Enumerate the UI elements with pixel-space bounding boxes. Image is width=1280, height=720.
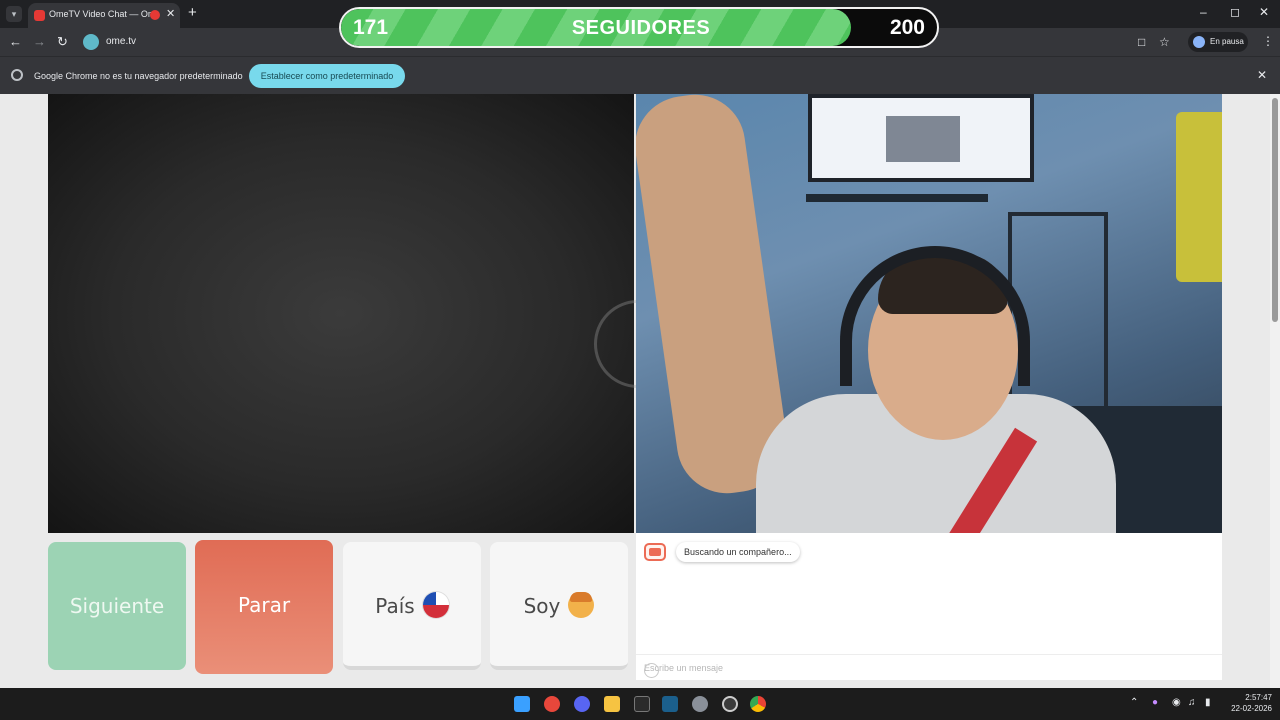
chile-flag-icon bbox=[422, 591, 449, 618]
followers-label: SEGUIDORES bbox=[571, 17, 711, 39]
close-window-icon[interactable]: ✕ bbox=[1259, 5, 1269, 19]
maximize-icon[interactable]: ◻ bbox=[1230, 5, 1240, 19]
epic-games-icon[interactable] bbox=[634, 696, 650, 712]
boy-face-icon bbox=[568, 591, 595, 618]
profile-button[interactable]: En pausa bbox=[1188, 32, 1248, 52]
clock-date: 22-02-2026 bbox=[1231, 704, 1272, 713]
site-info-icon[interactable] bbox=[83, 34, 99, 50]
ometv-favicon-icon bbox=[34, 10, 45, 21]
minimize-icon[interactable]: – bbox=[1200, 5, 1207, 19]
emoji-icon[interactable] bbox=[644, 663, 659, 678]
headphones bbox=[840, 246, 1030, 386]
start-icon[interactable] bbox=[514, 696, 530, 712]
chat-panel: Buscando un compañero... Escribe un mens… bbox=[636, 533, 1222, 680]
clock-time: 2:57:47 bbox=[1245, 693, 1272, 702]
tab-title: OmeTV Video Chat — Omeg bbox=[49, 9, 153, 19]
obs-icon[interactable] bbox=[722, 696, 738, 712]
profile-status: En pausa bbox=[1210, 37, 1244, 46]
status-message: Buscando un compañero... bbox=[676, 542, 800, 562]
back-icon[interactable]: ← bbox=[9, 34, 22, 49]
ometv-page: Siguiente Parar País Soy Buscando un com… bbox=[0, 94, 1280, 688]
gender-button[interactable]: Soy bbox=[490, 542, 628, 670]
wifi-icon[interactable]: ◉ bbox=[1172, 697, 1181, 708]
discord-icon[interactable] bbox=[574, 696, 590, 712]
system-clock[interactable]: 2:57:47 22-02-2026 bbox=[1224, 692, 1272, 714]
forward-icon[interactable]: → bbox=[33, 34, 46, 49]
close-tab-icon[interactable]: ✕ bbox=[166, 7, 175, 20]
me-label: Soy bbox=[523, 594, 561, 618]
bookmark-star-icon[interactable]: ☆ bbox=[1159, 35, 1170, 49]
chrome-taskbar-icon[interactable] bbox=[750, 696, 766, 712]
steam-icon[interactable] bbox=[662, 696, 678, 712]
country-label: País bbox=[375, 594, 415, 618]
cast-icon[interactable]: □ bbox=[1138, 35, 1145, 49]
microphone-icon[interactable]: ● bbox=[1152, 697, 1158, 708]
stop-button[interactable]: Parar bbox=[195, 540, 333, 674]
stop-label: Parar bbox=[237, 593, 291, 617]
next-button[interactable]: Siguiente bbox=[48, 542, 186, 670]
message-input[interactable]: Escribe un mensaje bbox=[636, 654, 1222, 680]
avatar bbox=[1193, 36, 1205, 48]
file-explorer-icon[interactable] bbox=[604, 696, 620, 712]
battery-icon[interactable]: ▮ bbox=[1205, 697, 1211, 708]
tab-search-icon[interactable]: ▾ bbox=[6, 6, 22, 22]
country-button[interactable]: País bbox=[343, 542, 481, 670]
recording-icon bbox=[150, 10, 160, 20]
settings-icon[interactable] bbox=[692, 696, 708, 712]
windows-taskbar: ⌃ ● ◉ ♫ ▮ 2:57:47 22-02-2026 bbox=[0, 688, 1280, 720]
page-scrollbar[interactable] bbox=[1270, 94, 1280, 688]
jersey bbox=[1176, 112, 1222, 282]
tray-overflow-icon[interactable]: ⌃ bbox=[1130, 697, 1138, 708]
set-default-button[interactable]: Establecer como predeterminado bbox=[249, 64, 405, 88]
ometv-logo-icon bbox=[644, 543, 666, 561]
chrome-icon bbox=[11, 69, 23, 81]
volume-icon[interactable]: ♫ bbox=[1188, 697, 1196, 708]
url-text: ome.tv bbox=[106, 36, 137, 47]
followers-progress-bar: 171 SEGUIDORES 200 bbox=[339, 7, 939, 48]
brave-icon[interactable] bbox=[544, 696, 560, 712]
partner-video bbox=[48, 94, 634, 533]
next-label: Siguiente bbox=[69, 594, 165, 618]
default-browser-infobar: Google Chrome no es tu navegador predete… bbox=[0, 56, 1280, 94]
reload-icon[interactable]: ↻ bbox=[57, 34, 68, 50]
new-tab-icon[interactable]: + bbox=[188, 4, 197, 21]
menu-kebab-icon[interactable]: ⋮ bbox=[1262, 34, 1274, 48]
wall-shelf bbox=[806, 194, 988, 202]
tv-in-background bbox=[808, 94, 1034, 182]
followers-goal: 200 bbox=[889, 16, 925, 39]
infobar-message: Google Chrome no es tu navegador predete… bbox=[34, 71, 243, 81]
self-video bbox=[636, 94, 1222, 533]
tab-ometv[interactable]: OmeTV Video Chat — Omeg ✕ bbox=[28, 3, 180, 28]
infobar-close-icon[interactable]: ✕ bbox=[1257, 68, 1267, 82]
